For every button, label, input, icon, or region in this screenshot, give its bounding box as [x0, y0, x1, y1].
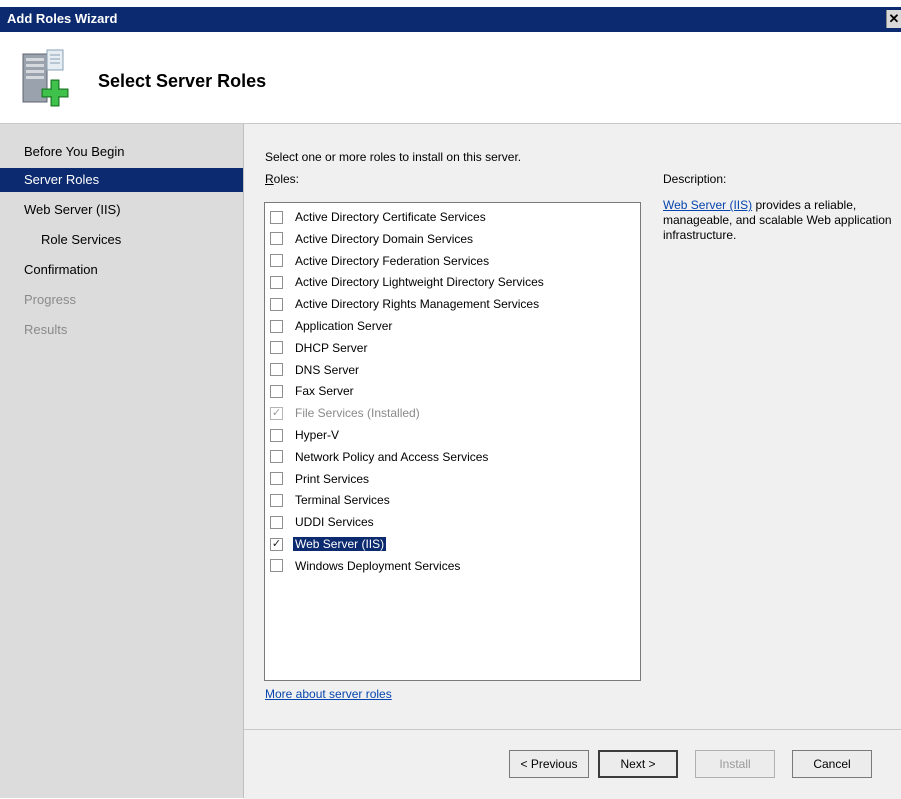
- role-row[interactable]: Terminal Services: [270, 490, 392, 510]
- role-checkbox[interactable]: [270, 319, 283, 333]
- role-row[interactable]: Print Services: [270, 469, 371, 489]
- role-checkbox[interactable]: [270, 254, 283, 268]
- wizard-header: Select Server Roles: [0, 32, 901, 124]
- role-label: File Services (Installed): [295, 406, 420, 421]
- sidebar-item-role-services[interactable]: Role Services: [0, 228, 243, 252]
- close-icon[interactable]: ✕: [886, 10, 901, 28]
- role-checkbox[interactable]: [270, 559, 283, 573]
- role-row[interactable]: Active Directory Federation Services: [270, 251, 491, 271]
- description-link[interactable]: Web Server (IIS): [663, 198, 752, 212]
- instruction-text: Select one or more roles to install on t…: [265, 150, 522, 164]
- role-row[interactable]: DHCP Server: [270, 338, 369, 358]
- role-checkbox[interactable]: [270, 363, 283, 377]
- role-checkbox[interactable]: [270, 493, 283, 507]
- description-label: Description:: [663, 172, 727, 186]
- role-checkbox[interactable]: [270, 428, 283, 442]
- role-row[interactable]: UDDI Services: [270, 512, 376, 532]
- role-label: Active Directory Rights Management Servi…: [295, 297, 540, 312]
- description-text: Web Server (IIS) provides a reliable, ma…: [663, 198, 892, 242]
- install-button: Install: [695, 750, 775, 778]
- role-checkbox[interactable]: [270, 297, 283, 311]
- role-row[interactable]: Active Directory Rights Management Servi…: [270, 294, 541, 314]
- role-label: Terminal Services: [295, 493, 390, 508]
- role-checkbox[interactable]: [270, 275, 283, 289]
- role-checkbox[interactable]: [270, 450, 283, 464]
- role-checkbox[interactable]: [270, 232, 283, 246]
- role-checkbox[interactable]: [270, 210, 283, 224]
- more-about-server-roles-link[interactable]: More about server roles: [265, 687, 392, 701]
- role-checkbox[interactable]: [270, 384, 283, 398]
- role-row[interactable]: Web Server (IIS): [270, 534, 387, 554]
- sidebar-item-server-roles[interactable]: Server Roles: [0, 168, 243, 192]
- role-label: Active Directory Certificate Services: [295, 210, 486, 224]
- role-checkbox[interactable]: [270, 515, 283, 529]
- server-add-icon: [22, 49, 69, 107]
- role-label: Active Directory Lightweight Directory S…: [295, 275, 544, 290]
- role-row[interactable]: Active Directory Lightweight Directory S…: [270, 272, 546, 292]
- role-row[interactable]: Windows Deployment Services: [270, 556, 462, 576]
- role-label: DHCP Server: [295, 340, 368, 355]
- roles-listbox[interactable]: Active Directory Certificate Services Act…: [264, 202, 641, 681]
- next-button[interactable]: Next >: [598, 750, 678, 778]
- role-checkbox[interactable]: [270, 537, 283, 551]
- role-row[interactable]: Active Directory Domain Services: [270, 229, 475, 249]
- sidebar-item-before-you-begin[interactable]: Before You Begin: [0, 140, 243, 164]
- role-label: DNS Server: [295, 362, 360, 377]
- main-content: Select one or more roles to install on t…: [244, 124, 901, 729]
- sidebar-item-confirmation[interactable]: Confirmation: [0, 258, 243, 282]
- role-row[interactable]: Active Directory Certificate Services: [270, 207, 488, 227]
- role-row[interactable]: DNS Server: [270, 360, 361, 380]
- previous-button[interactable]: < Previous: [509, 750, 589, 778]
- sidebar-item-results: Results: [24, 322, 68, 337]
- role-label: Print Services: [295, 471, 370, 486]
- role-row[interactable]: File Services (Installed): [270, 403, 422, 423]
- role-label: Windows Deployment Services: [295, 558, 461, 573]
- role-row[interactable]: Hyper-V: [270, 425, 341, 445]
- role-label: Active Directory Domain Services: [295, 231, 474, 246]
- role-row[interactable]: Application Server: [270, 316, 394, 336]
- role-label: Network Policy and Access Services: [295, 449, 489, 464]
- role-row[interactable]: Network Policy and Access Services: [270, 447, 490, 467]
- role-label: Web Server (IIS): [293, 537, 387, 551]
- role-label: Active Directory Federation Services: [295, 253, 490, 268]
- wizard-steps-sidebar: Before You Begin Server Roles Web Server…: [0, 124, 244, 798]
- role-checkbox: [270, 406, 283, 420]
- sidebar-item-web-server-iis[interactable]: Web Server (IIS): [0, 198, 243, 222]
- window-title: Add Roles Wizard: [7, 11, 118, 26]
- role-checkbox[interactable]: [270, 472, 283, 486]
- cancel-button[interactable]: Cancel: [792, 750, 872, 778]
- role-label: Application Server: [295, 319, 393, 333]
- role-label: Hyper-V: [295, 428, 340, 442]
- role-row[interactable]: Fax Server: [270, 381, 356, 401]
- role-label: UDDI Services: [295, 515, 374, 530]
- role-label: Fax Server: [295, 384, 354, 399]
- page-title: Select Server Roles: [98, 71, 267, 91]
- wizard-footer: < Previous Next > Install Cancel: [244, 729, 901, 799]
- window-titlebar: Add Roles Wizard ✕: [0, 7, 901, 32]
- roles-label: Roles:: [265, 172, 300, 186]
- role-checkbox[interactable]: [270, 341, 283, 355]
- sidebar-item-progress: Progress: [24, 292, 77, 307]
